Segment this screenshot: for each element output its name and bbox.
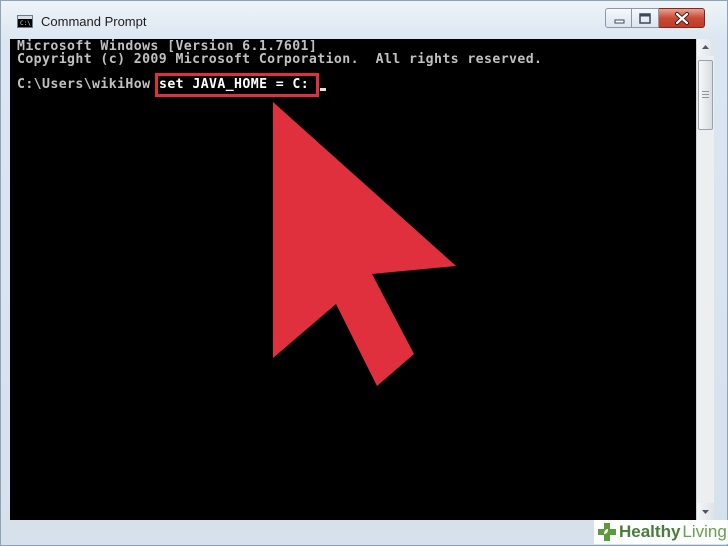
red-cursor-arrow-icon bbox=[273, 102, 456, 386]
watermark-badge: Healthy Living bbox=[594, 520, 728, 544]
watermark-brand-suffix: Living bbox=[682, 522, 727, 541]
watermark-brand: Healthy bbox=[619, 522, 681, 541]
healthy-living-logo-icon bbox=[598, 523, 616, 541]
